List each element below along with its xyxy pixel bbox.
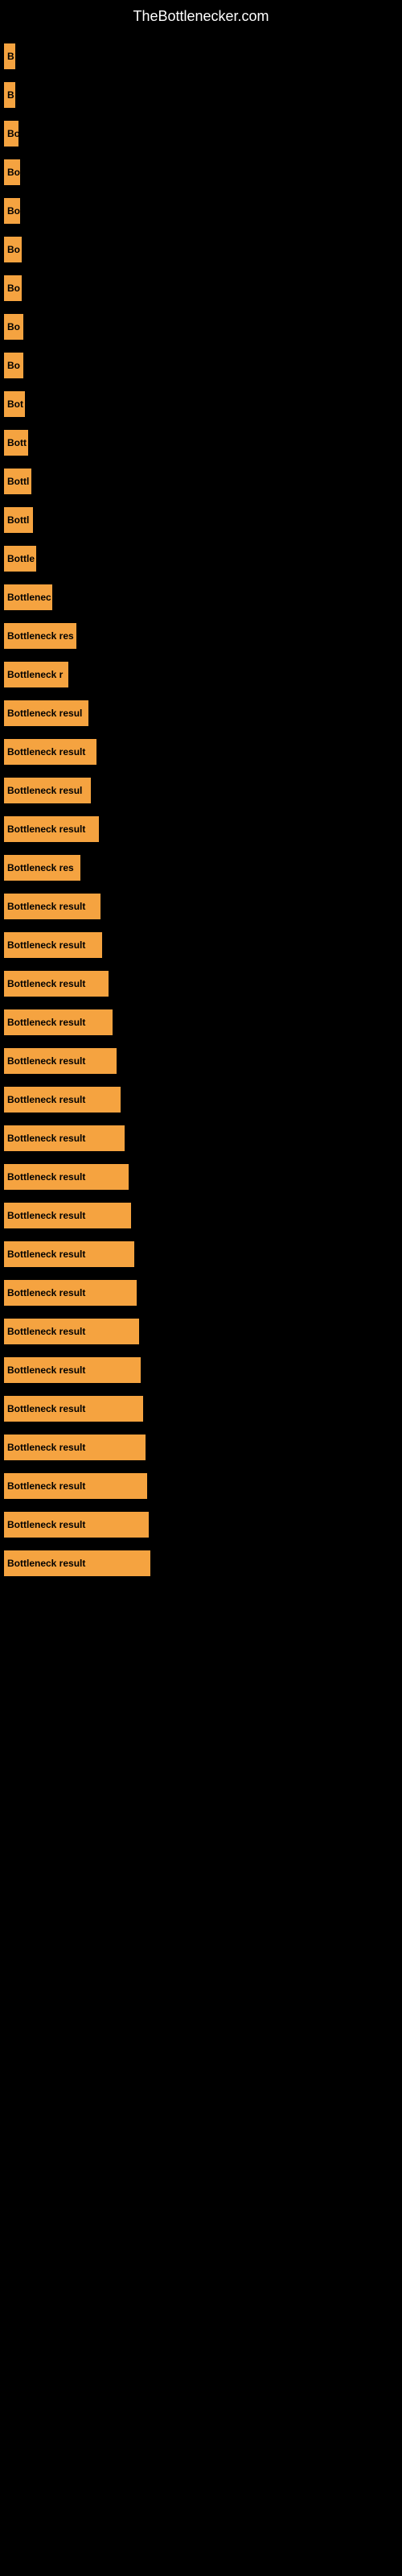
bar-row: Bo (0, 346, 402, 385)
bar-row: Bottleneck result (0, 1428, 402, 1467)
bar-row: Bot (0, 385, 402, 423)
bar-item: Bottleneck result (4, 1550, 150, 1576)
bar-item: Bo (4, 237, 22, 262)
bar-item: Bottleneck result (4, 1241, 134, 1267)
bar-row: Bottleneck result (0, 1389, 402, 1428)
bar-row: Bottleneck result (0, 1042, 402, 1080)
bar-item: B (4, 43, 15, 69)
bar-row: Bottleneck resul (0, 771, 402, 810)
bar-row: Bottleneck res (0, 617, 402, 655)
bar-item: Bo (4, 198, 20, 224)
bar-row: Bottleneck result (0, 1080, 402, 1119)
bar-row: Bottleneck result (0, 887, 402, 926)
bar-row: Bottl (0, 462, 402, 501)
bar-item: Bottl (4, 507, 33, 533)
bar-row: B (0, 37, 402, 76)
bar-item: Bottleneck result (4, 1280, 137, 1306)
bar-row: Bottleneck result (0, 1351, 402, 1389)
bar-item: Bott (4, 430, 28, 456)
bar-item: Bottleneck result (4, 932, 102, 958)
bar-item: Bottleneck result (4, 1435, 146, 1460)
bar-row: Bottleneck result (0, 1196, 402, 1235)
bar-item: Bottleneck result (4, 1203, 131, 1228)
bar-item: Bottleneck res (4, 855, 80, 881)
bar-item: Bottleneck result (4, 1357, 141, 1383)
bar-row: Bott (0, 423, 402, 462)
bar-item: Bottleneck result (4, 1009, 113, 1035)
bar-item: Bo (4, 314, 23, 340)
bar-row: Bottleneck result (0, 733, 402, 771)
bar-item: Bottleneck result (4, 1164, 129, 1190)
bar-row: Bottleneck res (0, 848, 402, 887)
bar-row: Bo (0, 114, 402, 153)
bar-item: Bottleneck res (4, 623, 76, 649)
bar-item: Bottleneck result (4, 1087, 121, 1113)
bar-item: Bo (4, 275, 22, 301)
bar-row: Bottleneck result (0, 1274, 402, 1312)
bar-item: Bottleneck result (4, 1473, 147, 1499)
bar-row: Bo (0, 269, 402, 308)
bar-item: Bottleneck resul (4, 700, 88, 726)
bar-item: Bottleneck result (4, 739, 96, 765)
bar-row: Bottleneck resul (0, 694, 402, 733)
bar-item: Bottleneck r (4, 662, 68, 687)
bar-row: Bottl (0, 501, 402, 539)
bar-row: Bottleneck result (0, 964, 402, 1003)
bar-row: Bo (0, 308, 402, 346)
bar-row: B (0, 76, 402, 114)
bar-item: B (4, 82, 15, 108)
bar-row: Bottleneck result (0, 1544, 402, 1583)
bar-row: Bottleneck result (0, 1235, 402, 1274)
bars-container: BB Bo Bo Bo Bo Bo Bo Bo Bot Bott Bottl Bottl Bottle B… (0, 29, 402, 1591)
bar-item: Bo (4, 159, 20, 185)
bar-item: Bo (4, 353, 23, 378)
bar-row: Bottleneck r (0, 655, 402, 694)
bar-item: Bottleneck resul (4, 778, 91, 803)
bar-row: Bo (0, 230, 402, 269)
bar-item: Bot (4, 391, 25, 417)
site-title: TheBottlenecker.com (0, 0, 402, 29)
bar-row: Bottleneck result (0, 1003, 402, 1042)
bar-row: Bottlenec (0, 578, 402, 617)
bar-item: Bottlenec (4, 584, 52, 610)
bar-item: Bottleneck result (4, 816, 99, 842)
bar-row: Bottle (0, 539, 402, 578)
bar-item: Bottleneck result (4, 1048, 117, 1074)
bar-item: Bottleneck result (4, 1319, 139, 1344)
bar-row: Bo (0, 153, 402, 192)
bar-row: Bottleneck result (0, 810, 402, 848)
bar-row: Bottleneck result (0, 1467, 402, 1505)
bar-item: Bottleneck result (4, 1396, 143, 1422)
bar-row: Bottleneck result (0, 926, 402, 964)
bar-row: Bottleneck result (0, 1119, 402, 1158)
bar-row: Bottleneck result (0, 1505, 402, 1544)
bar-item: Bottleneck result (4, 1512, 149, 1538)
bar-row: Bottleneck result (0, 1312, 402, 1351)
bar-item: Bo (4, 121, 18, 147)
bar-item: Bottle (4, 546, 36, 572)
bar-row: Bo (0, 192, 402, 230)
bar-item: Bottleneck result (4, 1125, 125, 1151)
bar-item: Bottleneck result (4, 894, 100, 919)
bar-row: Bottleneck result (0, 1158, 402, 1196)
bar-item: Bottleneck result (4, 971, 109, 997)
bar-item: Bottl (4, 469, 31, 494)
